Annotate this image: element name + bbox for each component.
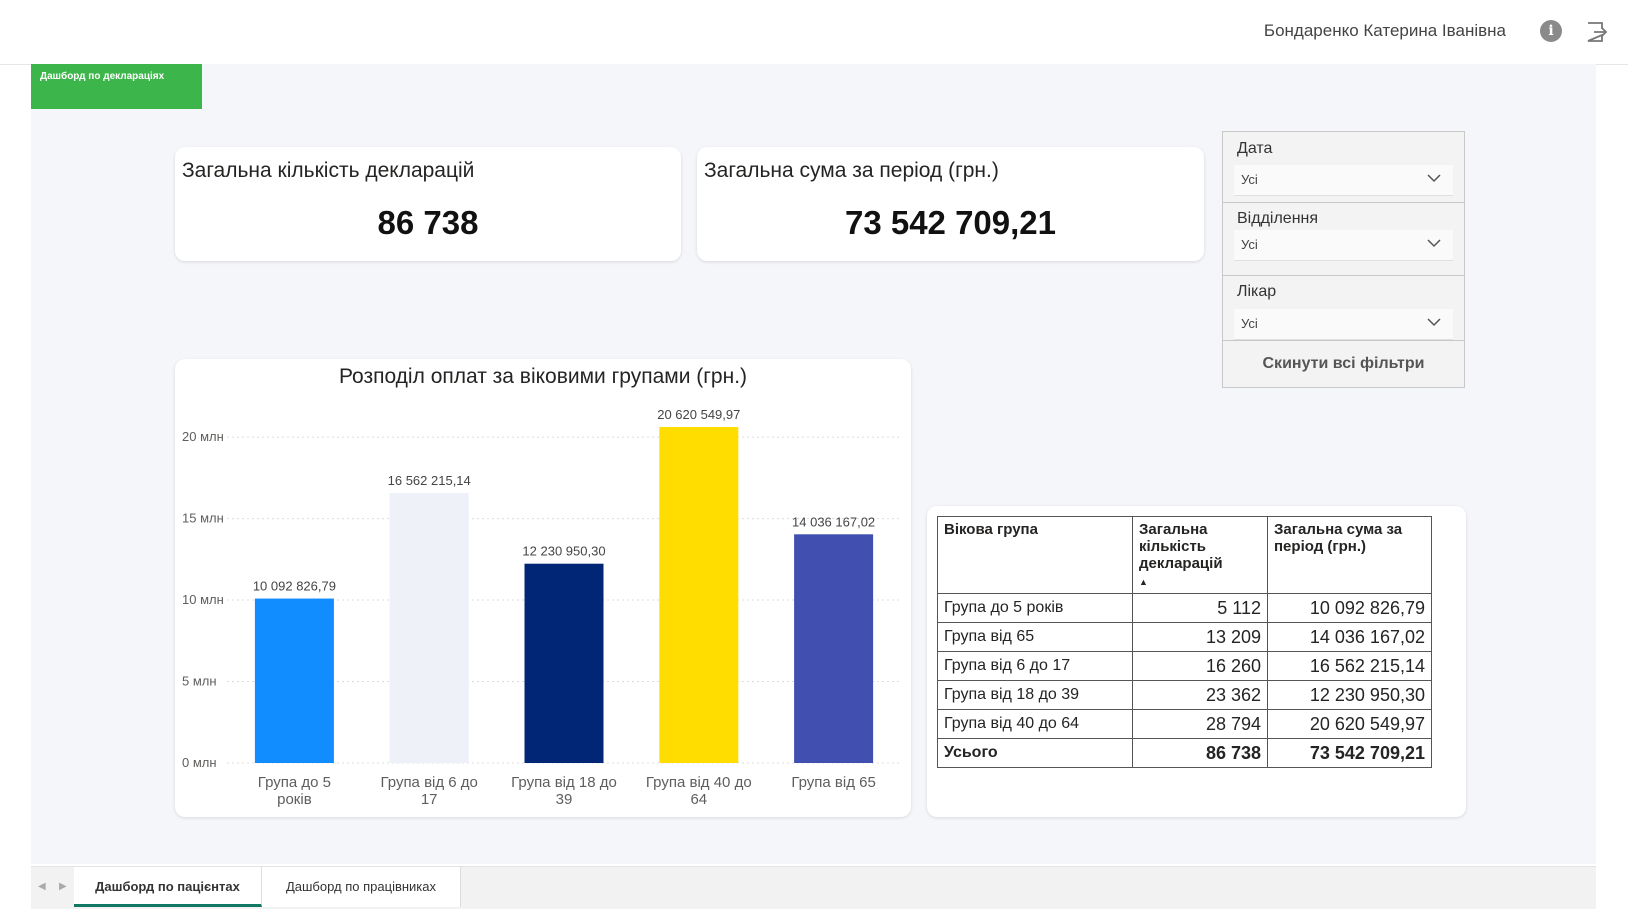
sort-ascending-icon: ▲ (1139, 577, 1148, 587)
kpi-value: 86 738 (377, 204, 479, 241)
x-tick-label: Група від 40 до (646, 774, 752, 791)
exit-icon[interactable] (1584, 20, 1608, 44)
user-name: Бондаренко Катерина Іванівна (1263, 21, 1506, 40)
total-sum: 73 542 709,21 (1267, 738, 1432, 768)
cell-total-sum: 12 230 950,30 (1267, 680, 1432, 710)
age-group-payments-chart: Розподіл оплат за віковими групами (грн.… (175, 359, 911, 817)
column-header-declarations[interactable]: Загальна кількість декларацій ▲ (1132, 516, 1268, 594)
bar[interactable] (254, 598, 334, 763)
chevron-down-icon (1427, 318, 1441, 327)
cell-declarations: 23 362 (1132, 680, 1268, 710)
column-header-total-sum[interactable]: Загальна сума за період (грн.) (1267, 516, 1432, 594)
data-label: 10 092 826,79 (253, 579, 336, 594)
table-row: Група від 6 до 17 16 260 16 562 215,14 (937, 651, 1432, 681)
department-slicer: Відділення Усі (1223, 202, 1464, 276)
cell-total-sum: 10 092 826,79 (1267, 593, 1432, 623)
table-header-row: Вікова група Загальна кількість декларац… (937, 516, 1432, 594)
y-tick-label: 15 млн (182, 511, 224, 526)
x-tick-label: 39 (556, 791, 573, 808)
info-icon[interactable]: i (1540, 20, 1562, 42)
kpi-value: 73 542 709,21 (844, 204, 1057, 241)
top-bar: Бондаренко Катерина Іванівна i (0, 0, 1628, 65)
age-group-table: Вікова група Загальна кількість декларац… (937, 516, 1432, 768)
cell-age-group: Група від 65 (937, 622, 1133, 652)
kpi-title: Загальна сума за період (грн.) (704, 159, 999, 182)
filter-panel: Дата Усі Відділення Усі Лікар Усі Скинут… (1222, 131, 1465, 388)
page-tabs-bar: ◀ ▶ Дашборд по пацієнтах Дашборд по прац… (31, 866, 1596, 909)
doctor-slicer-label: Лікар (1237, 283, 1277, 300)
cell-declarations: 28 794 (1132, 709, 1268, 739)
table-row: Група від 65 13 209 14 036 167,02 (937, 622, 1432, 652)
cell-total-sum: 14 036 167,02 (1267, 622, 1432, 652)
y-tick-label: 0 млн (182, 755, 217, 770)
department-slicer-label: Відділення (1237, 210, 1319, 227)
y-tick-label: 5 млн (182, 674, 217, 689)
bar[interactable] (389, 493, 469, 763)
cell-declarations: 13 209 (1132, 622, 1268, 652)
cell-declarations: 16 260 (1132, 651, 1268, 681)
column-header-label: Загальна кількість декларацій (1139, 521, 1223, 572)
kpi-title: Загальна кількість декларацій (182, 159, 475, 182)
cell-age-group: Група від 40 до 64 (937, 709, 1133, 739)
table-row: Група від 40 до 64 28 794 20 620 549,97 (937, 709, 1432, 739)
chevron-down-icon (1427, 239, 1441, 248)
date-slicer-label: Дата (1237, 140, 1273, 157)
cell-total-sum: 20 620 549,97 (1267, 709, 1432, 739)
data-label: 16 562 215,14 (388, 473, 471, 488)
doctor-slicer: Лікар Усі (1223, 275, 1464, 341)
doctor-dropdown[interactable]: Усі (1234, 309, 1453, 340)
bar[interactable] (794, 534, 874, 763)
chevron-down-icon (1427, 174, 1441, 183)
date-dropdown-value: Усі (1241, 172, 1258, 187)
x-tick-label: років (277, 791, 312, 808)
bar-chart-svg: 0 млн 5 млн 10 млн 15 млн 20 млн 10 092 826,7… (182, 407, 901, 808)
data-label: 20 620 549,97 (657, 407, 740, 422)
x-tick-label: Група від 65 (791, 774, 876, 791)
page-banner: Дашборд по деклараціях (31, 64, 202, 109)
cell-declarations: 5 112 (1132, 593, 1268, 623)
cell-age-group: Група до 5 років (937, 593, 1133, 623)
age-group-table-card: Вікова група Загальна кількість декларац… (927, 506, 1466, 817)
tab-employees[interactable]: Дашборд по працівниках (262, 867, 461, 907)
doctor-dropdown-value: Усі (1241, 316, 1258, 331)
date-dropdown[interactable]: Усі (1234, 165, 1453, 196)
data-label: 12 230 950,30 (522, 544, 605, 559)
bar[interactable] (659, 427, 739, 763)
cell-age-group: Група від 18 до 39 (937, 680, 1133, 710)
page-banner-label: Дашборд по деклараціях (40, 71, 165, 82)
department-dropdown[interactable]: Усі (1234, 230, 1453, 261)
x-tick-label: Група від 6 до (380, 774, 477, 791)
x-tick-label: Група від 18 до (511, 774, 617, 791)
table-total-row: Усього 86 738 73 542 709,21 (937, 738, 1432, 768)
y-tick-label: 10 млн (182, 592, 224, 607)
y-tick-label: 20 млн (182, 429, 224, 444)
total-label: Усього (937, 738, 1133, 768)
data-label: 14 036 167,02 (792, 514, 875, 529)
table-row: Група до 5 років 5 112 10 092 826,79 (937, 593, 1432, 623)
cell-total-sum: 16 562 215,14 (1267, 651, 1432, 681)
x-tick-label: 64 (690, 791, 707, 808)
table-row: Група від 18 до 39 23 362 12 230 950,30 (937, 680, 1432, 710)
cell-age-group: Група від 6 до 17 (937, 651, 1133, 681)
column-header-age-group[interactable]: Вікова група (937, 516, 1133, 594)
tab-patients[interactable]: Дашборд по пацієнтах (74, 867, 262, 907)
date-slicer: Дата Усі (1223, 132, 1464, 203)
chevron-left-icon[interactable]: ◀ (38, 881, 46, 892)
chevron-right-icon[interactable]: ▶ (59, 881, 67, 892)
kpi-card-declarations: Загальна кількість декларацій 86 738 (175, 147, 681, 261)
kpi-card-total-sum: Загальна сума за період (грн.) 73 542 70… (697, 147, 1204, 261)
bar[interactable] (524, 563, 604, 763)
total-declarations: 86 738 (1132, 738, 1268, 768)
x-tick-label: 17 (421, 791, 438, 808)
reset-filters-button[interactable]: Скинути всі фільтри (1223, 340, 1464, 387)
x-tick-label: Група до 5 (258, 774, 331, 791)
department-dropdown-value: Усі (1241, 237, 1258, 252)
